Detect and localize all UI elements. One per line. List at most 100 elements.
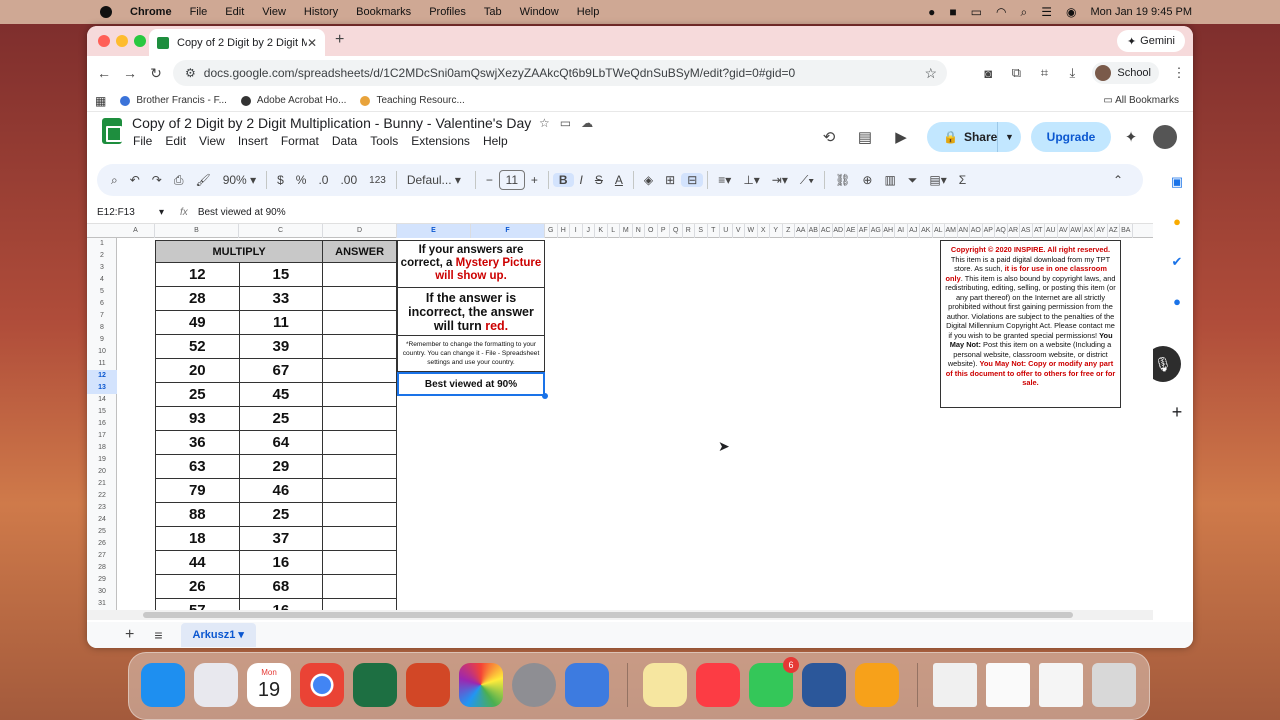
name-box[interactable]: E12:F13 (87, 207, 159, 218)
column-header-af[interactable]: AF (858, 224, 870, 238)
column-header-l[interactable]: L (608, 224, 620, 238)
word-icon[interactable] (802, 663, 846, 707)
column-header-ab[interactable]: AB (808, 224, 820, 238)
chrome-menu-icon[interactable]: ⋮ (1165, 65, 1193, 81)
row-header-27[interactable]: 27 (87, 550, 117, 562)
answer-cell[interactable] (322, 286, 397, 311)
factor-a-cell[interactable]: 28 (155, 286, 240, 311)
answer-cell[interactable] (322, 526, 397, 551)
column-header-j[interactable]: J (583, 224, 595, 238)
gemini-button[interactable]: ✦ Gemini (1116, 30, 1185, 52)
music-icon[interactable] (696, 663, 740, 707)
record-icon[interactable]: ● (928, 5, 935, 19)
font-select[interactable]: Defaul... ▾ (401, 173, 471, 187)
factor-a-cell[interactable]: 12 (155, 262, 240, 287)
factor-b-cell[interactable]: 25 (238, 406, 324, 431)
menu-profiles[interactable]: Profiles (429, 6, 466, 18)
factor-b-cell[interactable]: 16 (238, 598, 324, 610)
column-header-ad[interactable]: AD (833, 224, 845, 238)
row-header-12[interactable]: 12 (87, 370, 117, 382)
menu-bookmarks[interactable]: Bookmarks (356, 6, 411, 18)
row-header-22[interactable]: 22 (87, 490, 117, 502)
column-header-b[interactable]: B (155, 224, 239, 238)
percent-format-button[interactable]: % (290, 173, 313, 187)
menu-edit[interactable]: Edit (225, 6, 244, 18)
row-header-23[interactable]: 23 (87, 502, 117, 514)
column-header-r[interactable]: R (683, 224, 695, 238)
column-header-aa[interactable]: AA (795, 224, 808, 238)
factor-b-cell[interactable]: 29 (238, 454, 324, 479)
site-info-icon[interactable]: ⚙ (185, 66, 196, 80)
borders-icon[interactable]: ⊞ (659, 173, 681, 187)
trash-icon[interactable] (1092, 663, 1136, 707)
answer-cell[interactable] (322, 478, 397, 503)
recent-window-thumbnail[interactable] (933, 663, 977, 707)
add-sheet-button[interactable]: + (125, 626, 134, 644)
factor-b-cell[interactable]: 67 (238, 358, 324, 383)
row-header-18[interactable]: 18 (87, 442, 117, 454)
zoom-select[interactable]: 90% ▾ (217, 173, 262, 187)
horizontal-scrollbar[interactable] (87, 610, 1153, 620)
minimize-window-icon[interactable] (116, 35, 128, 47)
notes-icon[interactable] (643, 663, 687, 707)
merge-cells-icon[interactable]: ⊟ (681, 173, 704, 187)
column-header-ba[interactable]: BA (1120, 224, 1133, 238)
factor-a-cell[interactable]: 88 (155, 502, 240, 527)
column-header-t[interactable]: T (708, 224, 720, 238)
spreadsheet-grid[interactable]: A B C D E F G H I J K L M N O P Q R S T U V W X Y Z AA AB AC AD AE AF AG… (87, 224, 1153, 610)
bookmark-teaching-resources[interactable]: Teaching Resourc... (360, 95, 465, 106)
omnibox[interactable]: ⚙ docs.google.com/spreadsheets/d/1C2MDcS… (173, 60, 947, 86)
undo-icon[interactable]: ↶ (124, 173, 146, 187)
screenshot-icon[interactable]: ⌗ (1030, 65, 1058, 81)
pages-icon[interactable] (855, 663, 899, 707)
messages-icon[interactable]: 6 (749, 657, 799, 707)
collapse-toolbar-icon[interactable]: ⌃ (1107, 173, 1129, 187)
new-tab-button[interactable]: + (335, 31, 344, 49)
forward-icon[interactable]: → (117, 65, 143, 81)
column-header-w[interactable]: W (745, 224, 758, 238)
currency-format-button[interactable]: $ (271, 173, 290, 187)
sheets-menu-file[interactable]: File (133, 134, 152, 148)
row-header-21[interactable]: 21 (87, 478, 117, 490)
wifi-icon[interactable]: ◠ (996, 5, 1006, 19)
fill-handle[interactable] (542, 393, 548, 399)
calendar-icon[interactable]: ▣ (1167, 174, 1187, 190)
row-header-4[interactable]: 4 (87, 274, 117, 286)
column-header-k[interactable]: K (595, 224, 608, 238)
recent-window-thumbnail[interactable] (1039, 663, 1083, 707)
factor-a-cell[interactable]: 26 (155, 574, 240, 599)
decrease-decimal-button[interactable]: .0 (312, 173, 334, 187)
factor-b-cell[interactable]: 37 (238, 526, 324, 551)
scrollbar-thumb[interactable] (143, 612, 1073, 618)
row-header-14[interactable]: 14 (87, 394, 117, 406)
functions-icon[interactable]: Σ (953, 173, 972, 187)
calendar-app-icon[interactable]: Mon 19 (247, 663, 291, 707)
column-header-ae[interactable]: AE (845, 224, 858, 238)
row-header-28[interactable]: 28 (87, 562, 117, 574)
factor-b-cell[interactable]: 11 (238, 310, 324, 335)
puzzle-extensions-icon[interactable]: ⧉ (1002, 65, 1030, 81)
answer-cell[interactable] (322, 598, 397, 610)
row-header-30[interactable]: 30 (87, 586, 117, 598)
row-header-13[interactable]: 13 (87, 382, 117, 394)
row-header-6[interactable]: 6 (87, 298, 117, 310)
column-header-aw[interactable]: AW (1070, 224, 1083, 238)
sheets-menu-data[interactable]: Data (332, 134, 357, 148)
recent-window-thumbnail[interactable] (986, 663, 1030, 707)
menubar-clock[interactable]: Mon Jan 19 9:45 PM (1090, 6, 1192, 18)
contacts-icon[interactable]: ● (1167, 294, 1187, 309)
factor-a-cell[interactable]: 57 (155, 598, 240, 610)
factor-b-cell[interactable]: 16 (238, 550, 324, 575)
column-header-p[interactable]: P (658, 224, 670, 238)
menu-help[interactable]: Help (577, 6, 600, 18)
gemini-sparkle-icon[interactable]: ✦ (1117, 128, 1145, 146)
finder-icon[interactable] (141, 663, 185, 707)
account-avatar[interactable] (1153, 125, 1177, 149)
column-header-az[interactable]: AZ (1108, 224, 1120, 238)
row-header-10[interactable]: 10 (87, 346, 117, 358)
bookmark-adobe-acrobat[interactable]: Adobe Acrobat Ho... (240, 95, 346, 106)
version-history-icon[interactable]: ⟲ (811, 128, 847, 146)
vertical-align-icon[interactable]: ⊥▾ (737, 173, 765, 187)
row-header-20[interactable]: 20 (87, 466, 117, 478)
increase-decimal-button[interactable]: .00 (334, 173, 363, 187)
